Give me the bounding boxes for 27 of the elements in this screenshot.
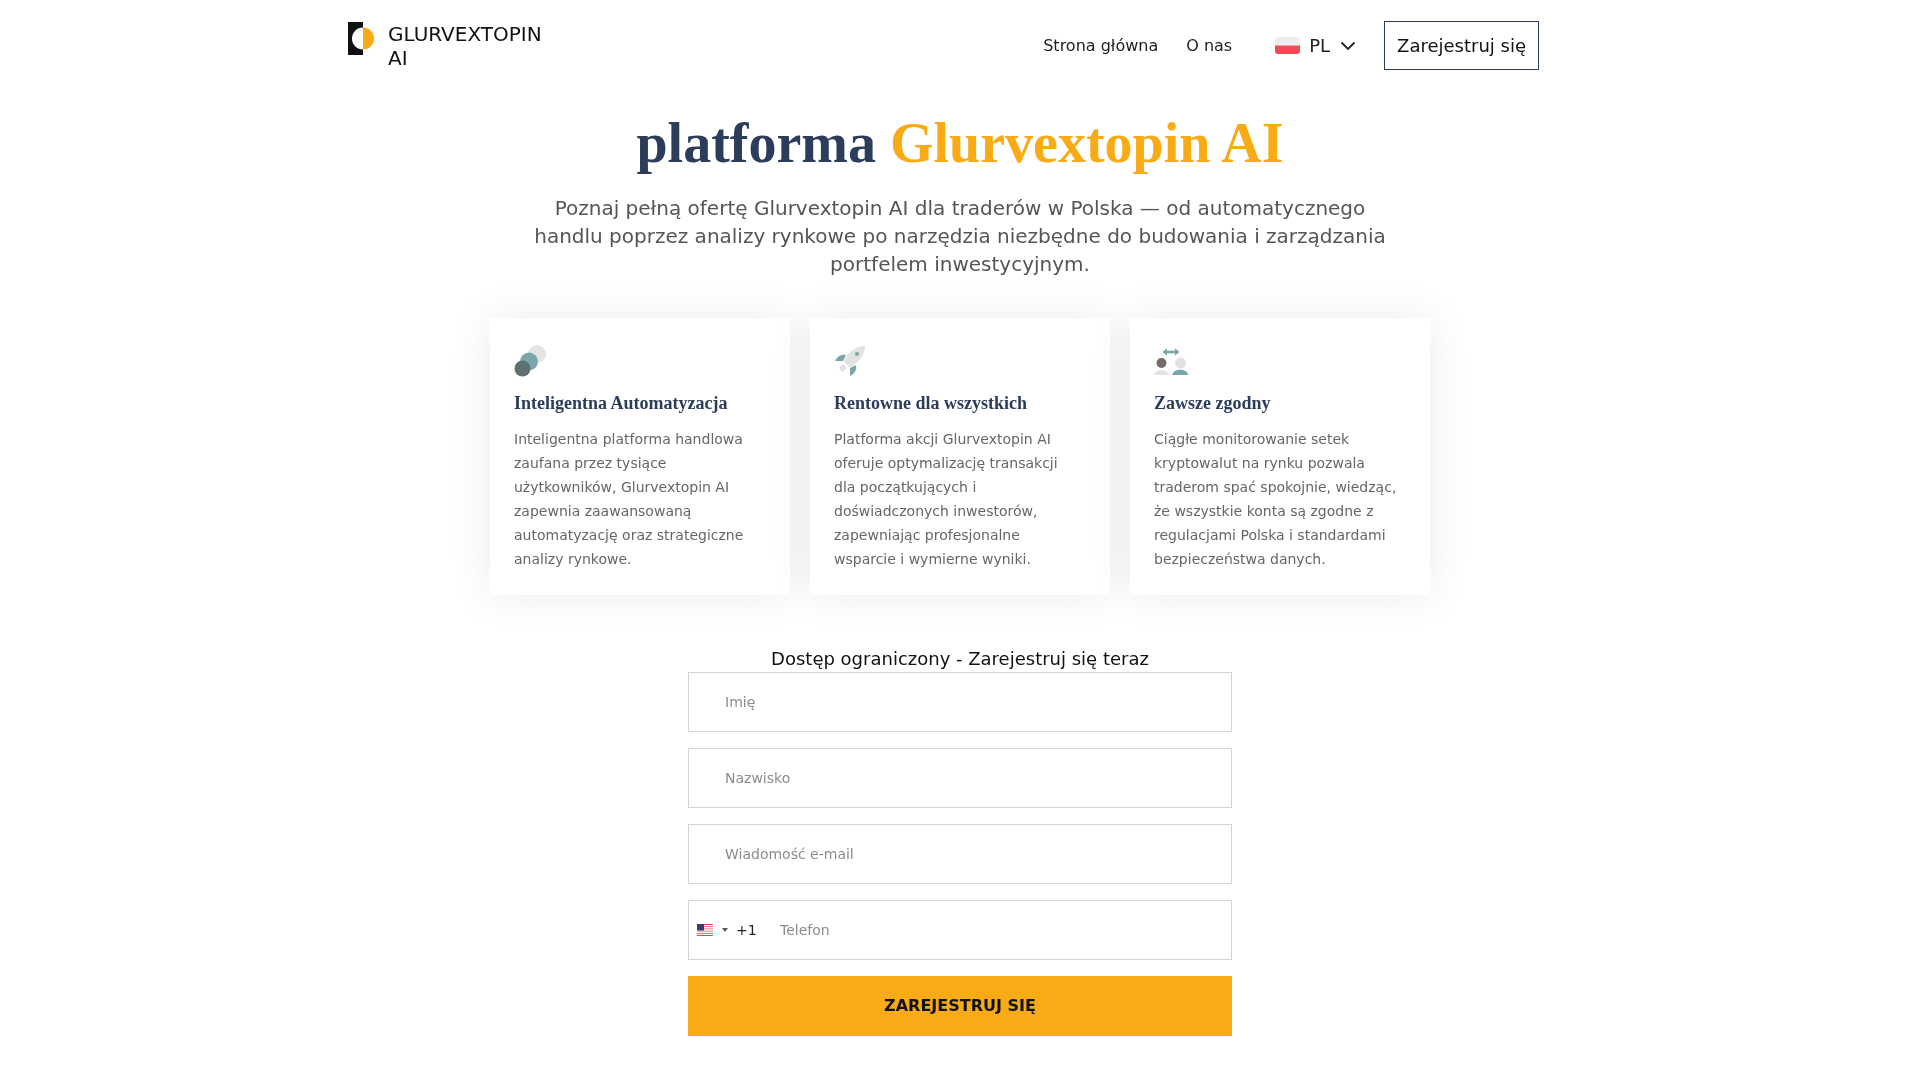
card-title: Rentowne dla wszystkich — [834, 392, 1028, 415]
input-field[interactable]: Nazwisko — [688, 748, 1232, 808]
circles-icon — [514, 345, 546, 377]
card-title: Zawsze zgodny — [1154, 392, 1272, 415]
logo-text: GLURVEXTOPIN AI — [388, 21, 543, 70]
card-text: Ciągłe monitorowanie setek kryptowalut na rynku pozwala traderom spać spokojnie, wiedząc, że wszystkie konta są zgodne z regulacjami Polska i standardami bezpieczeństwa danych. — [1154, 430, 1398, 569]
card-title: Inteligentna Automatyzacja — [514, 392, 729, 415]
input-field[interactable]: Wiadomość e-mail — [688, 824, 1232, 884]
nav-link[interactable]: Strona główna — [1043, 33, 1159, 58]
language-selector[interactable]: PL — [1275, 33, 1357, 58]
card-text: Inteligentna platforma handlowa zaufana przez tysiące użytkowników, Glurvextopin AI zapewnia zaawansowaną automatyzację oraz strategiczne analizy rynkowe. — [514, 430, 745, 569]
form-heading: Dostęp ograniczony - Zarejestruj się teraz — [771, 647, 1149, 671]
flag-icon — [1275, 37, 1301, 54]
page-subtitle: Poznaj pełną ofertę Glurvextopin AI dla traderów w Polska — od automatycznego handlu poprzez analizy rynkowe po narzędzia niezbędne do budowania i zarządzania portfelem inwestycyjnym. — [533, 195, 1387, 278]
dial-code: +1 — [736, 921, 757, 940]
input-field[interactable]: Imię — [688, 672, 1232, 732]
card-text: Platforma akcji Glurvextopin AI oferuje optymalizację transakcji dla początkujących i doświadczonych inwestorów, zapewniając profesjonalne wsparcie i wymierne wyniki. — [834, 430, 1059, 569]
rocket-icon — [834, 345, 866, 377]
submit-button[interactable]: ZAREJESTRUJ SIĘ — [688, 976, 1232, 1036]
register-button[interactable]: Zarejestruj się — [1384, 21, 1539, 70]
chevron-down-icon — [1340, 40, 1357, 51]
caret-down-icon — [722, 928, 728, 932]
flag-icon — [697, 924, 713, 936]
page-title: platforma Glurvextopin AI — [635, 111, 1285, 176]
nav-link[interactable]: O nas — [1186, 33, 1233, 58]
logo-icon — [348, 21, 374, 55]
people-exchange-icon — [1154, 347, 1188, 375]
